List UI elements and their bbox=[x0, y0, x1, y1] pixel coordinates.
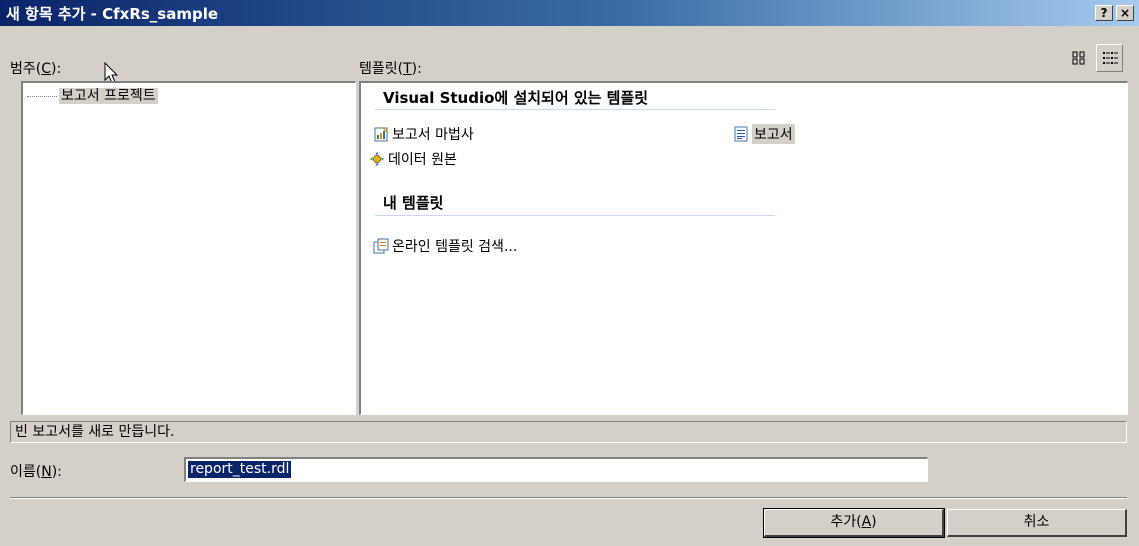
window-title: 새 항목 추가 - CfxRs_sample bbox=[6, 5, 219, 23]
large-icons-icon bbox=[1072, 51, 1085, 65]
data-source-icon bbox=[369, 151, 385, 167]
separator-highlight bbox=[10, 498, 1127, 499]
template-item-report-wizard[interactable]: 보고서 마법사 bbox=[373, 124, 474, 144]
large-icons-view-button[interactable] bbox=[1068, 47, 1090, 69]
group-divider bbox=[375, 109, 775, 110]
name-input-value: report_test.rdl bbox=[188, 461, 292, 478]
report-icon bbox=[734, 126, 748, 142]
group-title-my-templates: 내 템플릿 bbox=[383, 194, 444, 212]
category-tree[interactable]: 보고서 프로젝트 bbox=[21, 81, 356, 415]
cancel-button[interactable]: 취소 bbox=[947, 509, 1127, 537]
group-divider bbox=[375, 215, 775, 216]
templates-list[interactable]: Visual Studio에 설치되어 있는 템플릿 보고서 마법사 보고서 데… bbox=[359, 81, 1128, 415]
name-input[interactable]: report_test.rdl bbox=[184, 457, 928, 482]
template-item-data-source[interactable]: 데이터 원본 bbox=[369, 149, 457, 169]
report-wizard-icon bbox=[374, 126, 389, 142]
template-description: 빈 보고서를 새로 만듭니다. bbox=[10, 421, 1127, 443]
close-button[interactable]: × bbox=[1116, 5, 1134, 21]
small-icons-view-button[interactable] bbox=[1096, 44, 1123, 72]
category-label: 범주(C): bbox=[10, 61, 62, 77]
add-button[interactable]: 추가(A) bbox=[763, 508, 945, 538]
small-icons-icon bbox=[1102, 52, 1118, 64]
template-item-online-search[interactable]: 온라인 템플릿 검색... bbox=[373, 236, 517, 256]
template-item-report[interactable]: 보고서 bbox=[733, 124, 795, 144]
tree-connector bbox=[27, 95, 57, 97]
templates-label: 템플릿(T): bbox=[359, 61, 422, 77]
online-template-icon bbox=[373, 238, 389, 254]
group-title-installed: Visual Studio에 설치되어 있는 템플릿 bbox=[383, 89, 649, 107]
tree-item-report-project[interactable]: 보고서 프로젝트 bbox=[27, 85, 158, 105]
name-label: 이름(N): bbox=[10, 464, 62, 480]
help-button[interactable]: ? bbox=[1095, 5, 1113, 21]
